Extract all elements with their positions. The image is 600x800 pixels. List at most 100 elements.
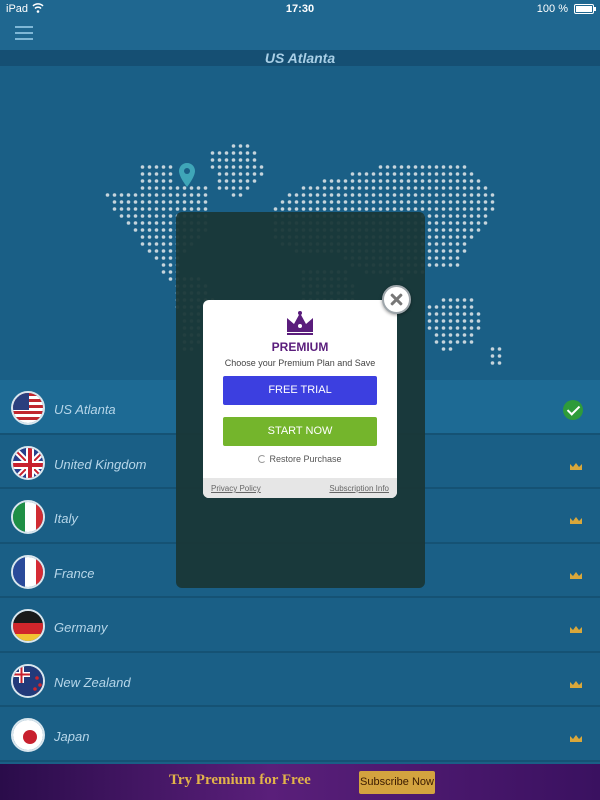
map-dot [350,207,355,211]
map-dot [168,235,173,239]
map-dot [210,151,215,155]
country-name: France [54,565,95,581]
map-dot [385,179,390,183]
map-dot [392,186,397,190]
map-dot [217,186,222,190]
crown-icon [570,462,582,470]
location-pin-icon [179,163,195,187]
map-dot [462,319,467,323]
map-dot [483,221,488,225]
map-dot [434,186,439,190]
map-dot [231,186,236,190]
map-dot [161,172,166,176]
map-dot [406,200,411,204]
crown-icon [570,735,582,742]
map-dot [119,200,124,204]
map-dot [182,207,187,211]
subscription-info-link[interactable]: Subscription Info [329,484,389,493]
country-row-germany[interactable]: Germany [0,598,600,653]
map-dot [406,193,411,197]
map-dot [161,263,166,267]
map-dot [448,263,453,267]
map-dot [455,333,460,337]
privacy-policy-link[interactable]: Privacy Policy [211,484,261,493]
map-dot [392,179,397,183]
map-dot [462,200,467,204]
subscribe-now-button[interactable]: Subscribe Now [359,771,435,794]
crown-icon [570,517,582,524]
location-title: US Atlanta [0,50,600,66]
map-dot [357,179,362,183]
map-dot [315,207,320,211]
map-dot [161,270,166,274]
map-dot [161,249,166,253]
map-dot [322,179,327,183]
map-dot [462,207,467,211]
map-dot [294,207,299,211]
map-dot [434,214,439,218]
map-dot [427,319,432,323]
map-dot [357,172,362,176]
map-dot [154,165,159,169]
map-dot [238,158,243,162]
map-dot [406,186,411,190]
map-dot [448,298,453,302]
map-dot [245,158,250,162]
map-dot [441,242,446,246]
map-dot [154,200,159,204]
start-now-button[interactable]: START NOW [223,417,377,446]
map-dot [441,221,446,225]
premium-banner[interactable]: Try Premium for Free Subscribe Now [0,764,600,800]
map-dot [154,221,159,225]
map-dot [497,354,502,358]
map-dot [161,179,166,183]
map-dot [119,193,124,197]
map-dot [399,207,404,211]
map-dot [469,333,474,337]
map-dot [252,172,257,176]
map-dot [413,193,418,197]
map-dot [448,172,453,176]
map-dot [168,172,173,176]
map-dot [441,305,446,309]
map-dot [140,235,145,239]
map-dot [161,235,166,239]
map-dot [462,193,467,197]
map-dot [196,193,201,197]
map-dot [462,228,467,232]
map-dot [455,193,460,197]
map-dot [196,186,201,190]
country-row-japan[interactable]: Japan [0,707,600,762]
hamburger-menu-icon[interactable] [15,26,33,40]
map-dot [441,214,446,218]
map-dot [455,172,460,176]
map-dot [420,165,425,169]
map-dot [189,207,194,211]
map-dot [378,186,383,190]
map-dot [217,158,222,162]
map-dot [182,200,187,204]
map-dot [399,165,404,169]
free-trial-button[interactable]: FREE TRIAL [223,376,377,405]
map-dot [469,186,474,190]
map-dot [406,172,411,176]
map-dot [434,326,439,330]
country-row-new-zealand[interactable]: New Zealand [0,652,600,707]
map-dot [455,305,460,309]
map-dot [441,347,446,351]
map-dot [448,179,453,183]
map-dot [455,186,460,190]
map-dot [217,179,222,183]
map-dot [280,200,285,204]
restore-purchase-link[interactable]: Restore Purchase [203,454,397,464]
map-dot [231,172,236,176]
us-flag-icon [11,391,45,425]
map-dot [448,228,453,232]
uk-flag-icon [11,445,45,480]
close-modal-button[interactable] [382,285,411,314]
map-dot [175,193,180,197]
country-name: Germany [54,620,108,635]
country-name: Japan [54,729,90,744]
crown-icon [570,680,582,688]
clock: 17:30 [285,3,315,15]
